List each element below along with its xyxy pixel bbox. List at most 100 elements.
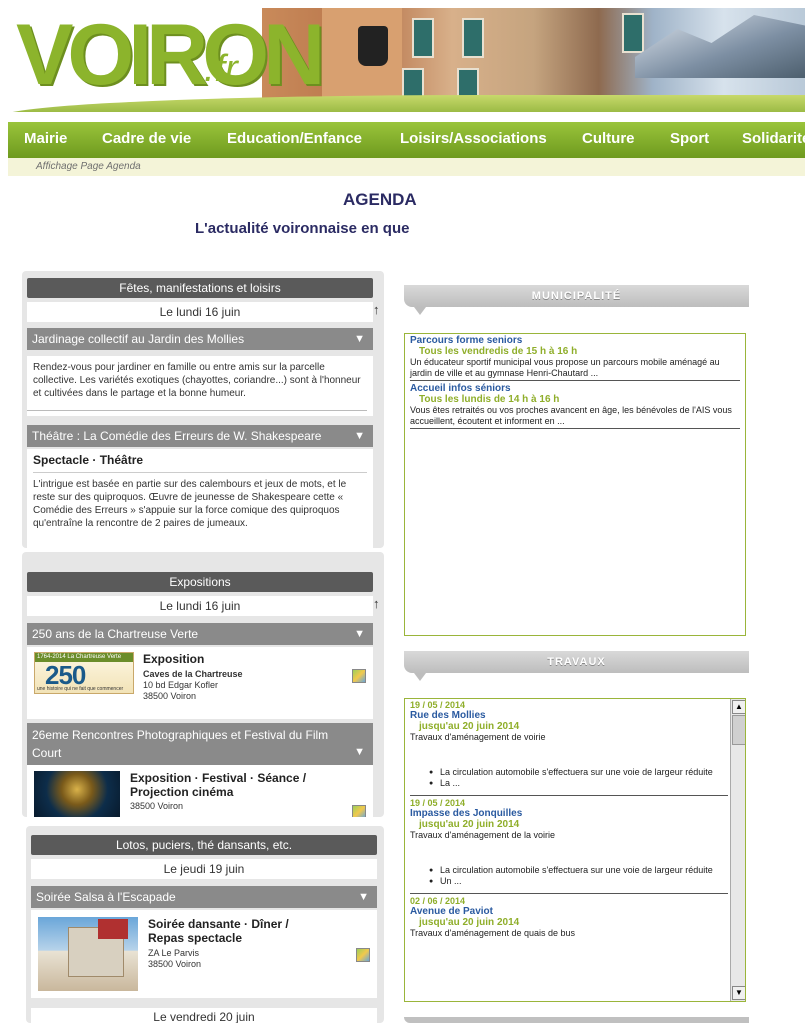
event-venue: Caves de la Chartreuse bbox=[143, 669, 243, 679]
map-icon[interactable] bbox=[352, 805, 366, 817]
event-title: 250 ans de la Chartreuse Verte bbox=[32, 627, 199, 641]
event-city: 38500 Voiron bbox=[143, 691, 197, 701]
event-address: 10 bd Edgar Kofler bbox=[143, 680, 219, 690]
travaux-scrollbar[interactable]: ▲ ▼ bbox=[730, 699, 745, 1001]
lotos-date: Le jeudi 19 juin bbox=[31, 859, 377, 879]
site-logo-suffix: .fr bbox=[204, 48, 238, 90]
map-icon[interactable] bbox=[356, 948, 370, 962]
event-city: 38500 Voiron bbox=[148, 959, 202, 969]
travaux-list: 19 / 05 / 2014 Rue des Mollies jusqu'au … bbox=[410, 700, 728, 939]
item-date: 19 / 05 / 2014 bbox=[410, 700, 466, 710]
salsa-thumbnail[interactable] bbox=[38, 917, 138, 991]
municipalite-box: Parcours forme seniors Tous les vendredi… bbox=[404, 333, 746, 636]
page-title: AGENDA bbox=[343, 190, 417, 209]
nav-item-education-enfance[interactable]: Education/Enfance bbox=[227, 130, 362, 147]
event-salsa-header[interactable]: Soirée Salsa à l'Escapade ▼ bbox=[31, 886, 377, 908]
travaux-box: 19 / 05 / 2014 Rue des Mollies jusqu'au … bbox=[404, 698, 746, 1002]
salsa-info: Soirée dansante · Dîner / Repas spectacl… bbox=[148, 917, 318, 970]
expositions-date: Le lundi 16 juin bbox=[27, 596, 373, 616]
breadcrumb: Affichage Page Agenda bbox=[36, 161, 141, 172]
scroll-up-icon[interactable]: ↑ bbox=[373, 596, 380, 611]
item-bullet: La ... bbox=[410, 778, 728, 789]
fetes-date: Le lundi 16 juin bbox=[27, 302, 373, 322]
chevron-down-icon[interactable]: ▼ bbox=[354, 623, 365, 645]
page-subtitle: L'actualité voironnaise en que bbox=[195, 220, 410, 237]
event-city: 38500 Voiron bbox=[130, 801, 184, 811]
nav-item-cadre-de-vie[interactable]: Cadre de vie bbox=[102, 130, 191, 147]
item-bullet: La circulation automobile s'effectuera s… bbox=[410, 767, 728, 778]
lotos-date-2: Le vendredi 20 juin bbox=[31, 1008, 377, 1023]
item-date: 02 / 06 / 2014 bbox=[410, 896, 466, 906]
item-description: Un éducateur sportif municipal vous prop… bbox=[410, 357, 720, 378]
event-theatre-body: Spectacle · Théâtre L'intrigue est basée… bbox=[27, 449, 373, 548]
scroll-down-arrow-icon[interactable]: ▼ bbox=[732, 986, 745, 1000]
chevron-down-icon[interactable]: ▼ bbox=[354, 425, 365, 447]
chevron-down-icon[interactable]: ▼ bbox=[358, 886, 369, 908]
event-title: Soirée Salsa à l'Escapade bbox=[36, 890, 176, 904]
next-box-header bbox=[404, 1017, 749, 1023]
festival-info: Exposition · Festival · Séance / Project… bbox=[130, 771, 366, 812]
event-chartreuse-header[interactable]: 250 ans de la Chartreuse Verte ▼ bbox=[27, 623, 373, 645]
chartreuse-info: Exposition Caves de la Chartreuse 10 bd … bbox=[143, 652, 243, 702]
chevron-down-icon[interactable]: ▼ bbox=[354, 328, 365, 350]
event-title: 26eme Rencontres Photographiques et Fest… bbox=[32, 728, 329, 760]
scroll-thumb[interactable] bbox=[732, 715, 745, 745]
nav-item-solidarite[interactable]: Solidarité bbox=[742, 130, 805, 147]
travaux-item[interactable]: 02 / 06 / 2014 Avenue de Paviot jusqu'au… bbox=[410, 896, 728, 939]
event-jardinage-header[interactable]: Jardinage collectif au Jardin des Mollie… bbox=[27, 328, 373, 350]
site-logo[interactable]: VOIRON bbox=[16, 12, 325, 98]
travaux-header: TRAVAUX bbox=[404, 651, 749, 681]
expositions-panel: Expositions Le lundi 16 juin ↑ 250 ans d… bbox=[22, 552, 384, 817]
scroll-up-icon[interactable]: ↑ bbox=[373, 302, 380, 317]
fetes-panel-header: Fêtes, manifestations et loisirs bbox=[27, 278, 373, 298]
fetes-panel: Fêtes, manifestations et loisirs Le lund… bbox=[22, 271, 384, 548]
event-jardinage-body: Rendez-vous pour jardiner en famille ou … bbox=[27, 356, 373, 416]
event-category: Soirée dansante · Dîner / Repas spectacl… bbox=[148, 917, 289, 945]
item-schedule: jusqu'au 20 juin 2014 bbox=[419, 721, 520, 732]
item-title[interactable]: Avenue de Paviot bbox=[410, 906, 728, 917]
item-schedule: Tous les lundis de 14 h à 16 h bbox=[419, 394, 560, 405]
item-description: Vous êtes retraités ou vos proches avanc… bbox=[410, 405, 732, 426]
item-description: Travaux d'aménagement de voirie bbox=[410, 732, 546, 742]
event-title: Jardinage collectif au Jardin des Mollie… bbox=[32, 332, 245, 346]
nav-item-culture[interactable]: Culture bbox=[582, 130, 635, 147]
chevron-down-icon[interactable]: ▼ bbox=[354, 743, 365, 761]
municipalite-item[interactable]: Parcours forme seniors Tous les vendredi… bbox=[410, 335, 740, 379]
travaux-item[interactable]: 19 / 05 / 2014 Impasse des Jonquilles ju… bbox=[410, 798, 728, 887]
item-schedule: jusqu'au 20 juin 2014 bbox=[419, 917, 520, 928]
event-category: Spectacle · Théâtre bbox=[33, 453, 144, 467]
scroll-up-arrow-icon[interactable]: ▲ bbox=[732, 700, 745, 714]
event-salsa-body: Soirée dansante · Dîner / Repas spectacl… bbox=[31, 910, 377, 998]
item-date: 19 / 05 / 2014 bbox=[410, 798, 466, 808]
event-title: Théâtre : La Comédie des Erreurs de W. S… bbox=[32, 429, 322, 443]
event-theatre-header[interactable]: Théâtre : La Comédie des Erreurs de W. S… bbox=[27, 425, 373, 447]
item-bullet: La circulation automobile s'effectuera s… bbox=[410, 865, 728, 876]
main-nav: Mairie Cadre de vie Education/Enfance Lo… bbox=[8, 122, 805, 158]
map-icon[interactable] bbox=[352, 669, 366, 683]
nav-item-sport[interactable]: Sport bbox=[670, 130, 709, 147]
item-description: Travaux d'aménagement de quais de bus bbox=[410, 928, 575, 938]
event-description: L'intrigue est basée en partie sur des c… bbox=[33, 479, 347, 529]
nav-item-loisirs-associations[interactable]: Loisirs/Associations bbox=[400, 130, 547, 147]
event-festival-header[interactable]: 26eme Rencontres Photographiques et Fest… bbox=[27, 723, 373, 765]
lotos-panel-header: Lotos, puciers, thé dansants, etc. bbox=[31, 835, 377, 855]
item-title[interactable]: Rue des Mollies bbox=[410, 710, 728, 721]
item-schedule: Tous les vendredis de 15 h à 16 h bbox=[419, 346, 578, 357]
travaux-item[interactable]: 19 / 05 / 2014 Rue des Mollies jusqu'au … bbox=[410, 700, 728, 789]
event-description: Rendez-vous pour jardiner en famille ou … bbox=[33, 362, 361, 399]
site-banner: VOIRON .fr bbox=[0, 0, 805, 112]
event-category: Exposition · Festival · Séance / Project… bbox=[130, 771, 307, 799]
item-title[interactable]: Parcours forme seniors bbox=[410, 335, 740, 346]
item-description: Travaux d'aménagement de la voirie bbox=[410, 830, 555, 840]
item-title[interactable]: Impasse des Jonquilles bbox=[410, 808, 728, 819]
municipalite-header: MUNICIPALITÉ bbox=[404, 285, 749, 315]
item-bullet: Un ... bbox=[410, 876, 728, 887]
nav-item-mairie[interactable]: Mairie bbox=[24, 130, 67, 147]
chartreuse-thumbnail[interactable]: 1764-2014 La Chartreuse Verte 250 une hi… bbox=[34, 652, 134, 694]
event-festival-body: Exposition · Festival · Séance / Project… bbox=[27, 765, 373, 817]
festival-thumbnail[interactable] bbox=[34, 771, 120, 817]
municipalite-item[interactable]: Accueil infos séniors Tous les lundis de… bbox=[410, 383, 740, 427]
event-address: ZA Le Parvis bbox=[148, 948, 200, 958]
item-title[interactable]: Accueil infos séniors bbox=[410, 383, 740, 394]
expositions-panel-header: Expositions bbox=[27, 572, 373, 592]
